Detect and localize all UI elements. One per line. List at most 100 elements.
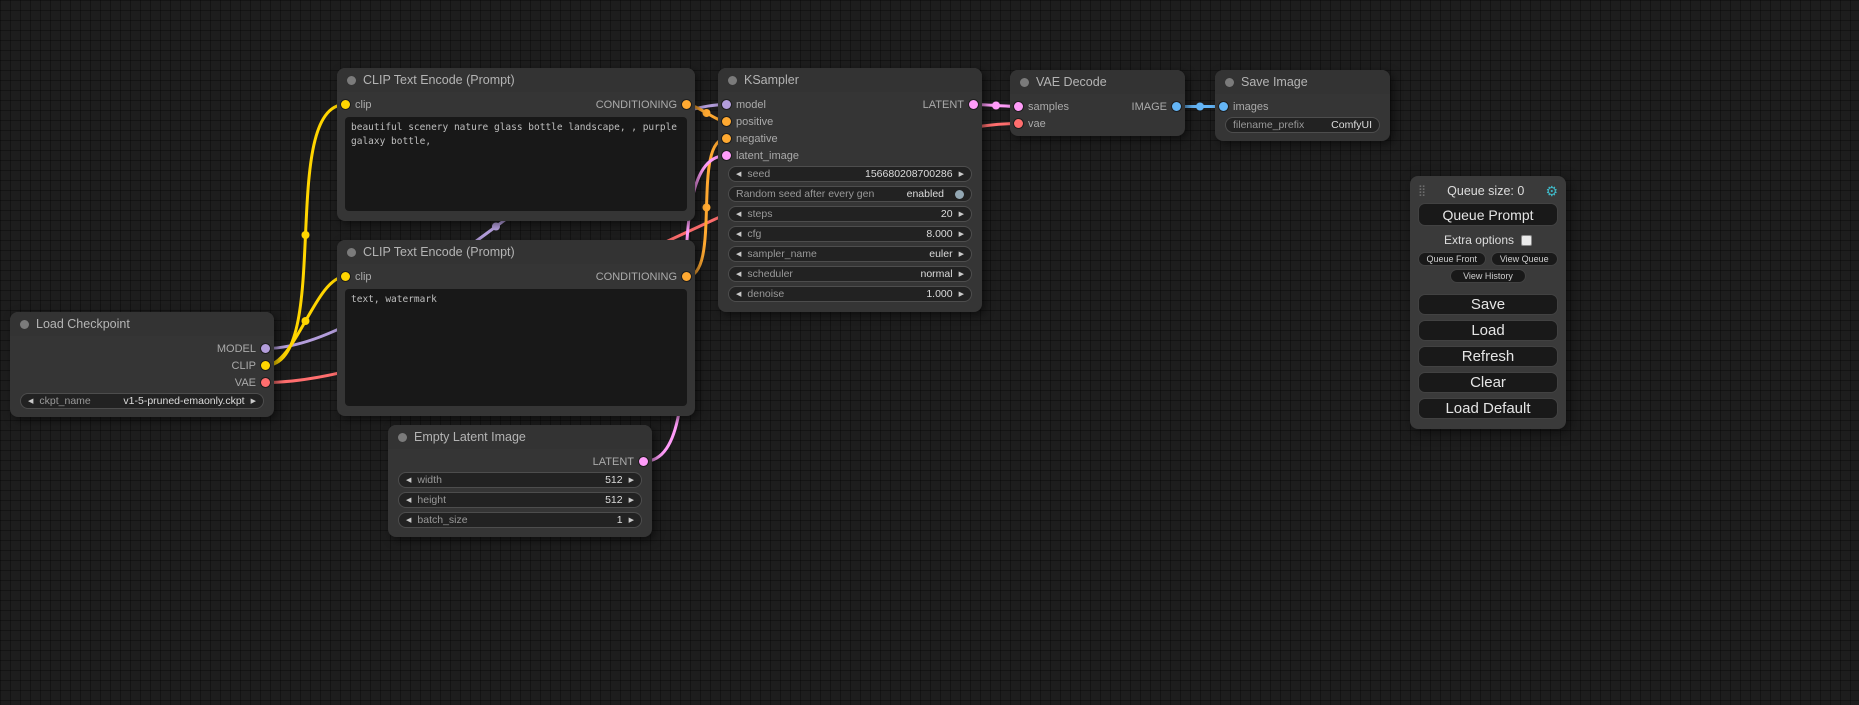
samples-input-port[interactable] [1014,102,1023,111]
widget-filename-prefix[interactable]: filename_prefix ComfyUI [1225,117,1380,133]
view-history-button[interactable]: View History [1450,269,1526,283]
widget-sampler-name[interactable]: ◀ sampler_name euler ▶ [728,246,972,262]
node-title: CLIP Text Encode (Prompt) [363,245,515,259]
collapse-dot-icon[interactable] [20,320,29,329]
load-default-button[interactable]: Load Default [1418,398,1558,419]
positive-input-port[interactable] [722,117,731,126]
decrement-arrow-icon[interactable]: ◀ [736,211,741,218]
model-input-port[interactable] [722,100,731,109]
collapse-dot-icon[interactable] [728,76,737,85]
collapse-dot-icon[interactable] [398,433,407,442]
decrement-arrow-icon[interactable]: ◀ [406,477,411,484]
increment-arrow-icon[interactable]: ▶ [959,231,964,238]
collapse-dot-icon[interactable] [347,248,356,257]
node-title: VAE Decode [1036,75,1107,89]
drag-handle-icon[interactable]: ⣿ [1418,184,1426,197]
queue-front-button[interactable]: Queue Front [1418,252,1486,266]
negative-prompt-textarea[interactable]: text, watermark [345,289,687,406]
increment-arrow-icon[interactable]: ▶ [251,398,256,405]
extra-options-checkbox[interactable] [1521,235,1532,246]
widget-ckpt-name[interactable]: ◀ ckpt_name v1-5-pruned-emaonly.ckpt ▶ [20,393,264,409]
conditioning-output-port[interactable] [682,272,691,281]
node-titlebar[interactable]: Save Image [1215,70,1390,94]
decrement-arrow-icon[interactable]: ◀ [736,171,741,178]
widget-scheduler[interactable]: ◀ scheduler normal ▶ [728,266,972,282]
increment-arrow-icon[interactable]: ▶ [959,171,964,178]
clear-button[interactable]: Clear [1418,372,1558,393]
widget-seed[interactable]: ◀ seed 156680208700286 ▶ [728,166,972,182]
extra-options-label: Extra options [1444,233,1514,247]
collapse-dot-icon[interactable] [347,76,356,85]
toggle-dot-icon[interactable] [955,190,964,199]
queue-prompt-button[interactable]: Queue Prompt [1418,203,1558,226]
vae-output-port[interactable] [261,378,270,387]
node-titlebar[interactable]: Load Checkpoint [10,312,274,336]
slot-label: LATENT [593,456,634,468]
node-load-checkpoint[interactable]: Load Checkpoint MODEL CLIP VAE ◀ ckpt_na… [10,312,274,417]
widget-denoise[interactable]: ◀ denoise 1.000 ▶ [728,286,972,302]
latent-output-port[interactable] [969,100,978,109]
node-save-image[interactable]: Save Image images filename_prefix ComfyU… [1215,70,1390,141]
latent-image-input-port[interactable] [722,151,731,160]
node-title: Load Checkpoint [36,317,130,331]
node-titlebar[interactable]: VAE Decode [1010,70,1185,94]
save-button[interactable]: Save [1418,294,1558,315]
increment-arrow-icon[interactable]: ▶ [959,251,964,258]
images-input-port[interactable] [1219,102,1228,111]
widget-cfg[interactable]: ◀ cfg 8.000 ▶ [728,226,972,242]
clip-input-port[interactable] [341,100,350,109]
node-titlebar[interactable]: Empty Latent Image [388,425,652,449]
model-output-port[interactable] [261,344,270,353]
widget-steps[interactable]: ◀ steps 20 ▶ [728,206,972,222]
node-titlebar[interactable]: KSampler [718,68,982,92]
increment-arrow-icon[interactable]: ▶ [629,517,634,524]
clip-input-port[interactable] [341,272,350,281]
slot-label: clip [355,99,372,111]
decrement-arrow-icon[interactable]: ◀ [736,231,741,238]
decrement-arrow-icon[interactable]: ◀ [406,497,411,504]
decrement-arrow-icon[interactable]: ◀ [28,398,33,405]
refresh-button[interactable]: Refresh [1418,346,1558,367]
input-slot-model: model [718,96,850,113]
increment-arrow-icon[interactable]: ▶ [959,291,964,298]
collapse-dot-icon[interactable] [1020,78,1029,87]
node-titlebar[interactable]: CLIP Text Encode (Prompt) [337,240,695,264]
slot-label: images [1233,101,1268,113]
widget-batch-size[interactable]: ◀ batch_size 1 ▶ [398,512,642,528]
node-ksampler[interactable]: KSampler model LATENT positive negative [718,68,982,312]
link-conditioning-negative-midpoint-dot [703,204,711,212]
output-slot-clip: CLIP [10,357,274,374]
node-clip-text-encode-positive[interactable]: CLIP Text Encode (Prompt) clip CONDITION… [337,68,695,221]
widget-height[interactable]: ◀ height 512 ▶ [398,492,642,508]
negative-input-port[interactable] [722,134,731,143]
widget-random-seed-toggle[interactable]: Random seed after every gen enabled [728,186,972,202]
widget-width[interactable]: ◀ width 512 ▶ [398,472,642,488]
node-vae-decode[interactable]: VAE Decode samples IMAGE vae [1010,70,1185,136]
graph-canvas[interactable]: Load Checkpoint MODEL CLIP VAE ◀ ckpt_na… [0,0,1859,705]
widget-label: filename_prefix [1233,119,1304,131]
node-titlebar[interactable]: CLIP Text Encode (Prompt) [337,68,695,92]
increment-arrow-icon[interactable]: ▶ [959,271,964,278]
positive-prompt-textarea[interactable]: beautiful scenery nature glass bottle la… [345,117,687,211]
decrement-arrow-icon[interactable]: ◀ [406,517,411,524]
image-output-port[interactable] [1172,102,1181,111]
node-empty-latent-image[interactable]: Empty Latent Image LATENT ◀ width 512 ▶ … [388,425,652,537]
latent-output-port[interactable] [639,457,648,466]
load-button[interactable]: Load [1418,320,1558,341]
collapse-dot-icon[interactable] [1225,78,1234,87]
link-image-midpoint-dot [1196,103,1204,111]
increment-arrow-icon[interactable]: ▶ [959,211,964,218]
conditioning-output-port[interactable] [682,100,691,109]
view-queue-button[interactable]: View Queue [1491,252,1559,266]
node-clip-text-encode-negative[interactable]: CLIP Text Encode (Prompt) clip CONDITION… [337,240,695,416]
vae-input-port[interactable] [1014,119,1023,128]
decrement-arrow-icon[interactable]: ◀ [736,271,741,278]
menu-panel: ⣿ Queue size: 0 ⚙ Queue Prompt Extra opt… [1410,176,1566,429]
decrement-arrow-icon[interactable]: ◀ [736,251,741,258]
clip-output-port[interactable] [261,361,270,370]
increment-arrow-icon[interactable]: ▶ [629,477,634,484]
settings-gear-icon[interactable]: ⚙ [1545,184,1558,198]
increment-arrow-icon[interactable]: ▶ [629,497,634,504]
decrement-arrow-icon[interactable]: ◀ [736,291,741,298]
input-slot-negative: negative [718,130,982,147]
